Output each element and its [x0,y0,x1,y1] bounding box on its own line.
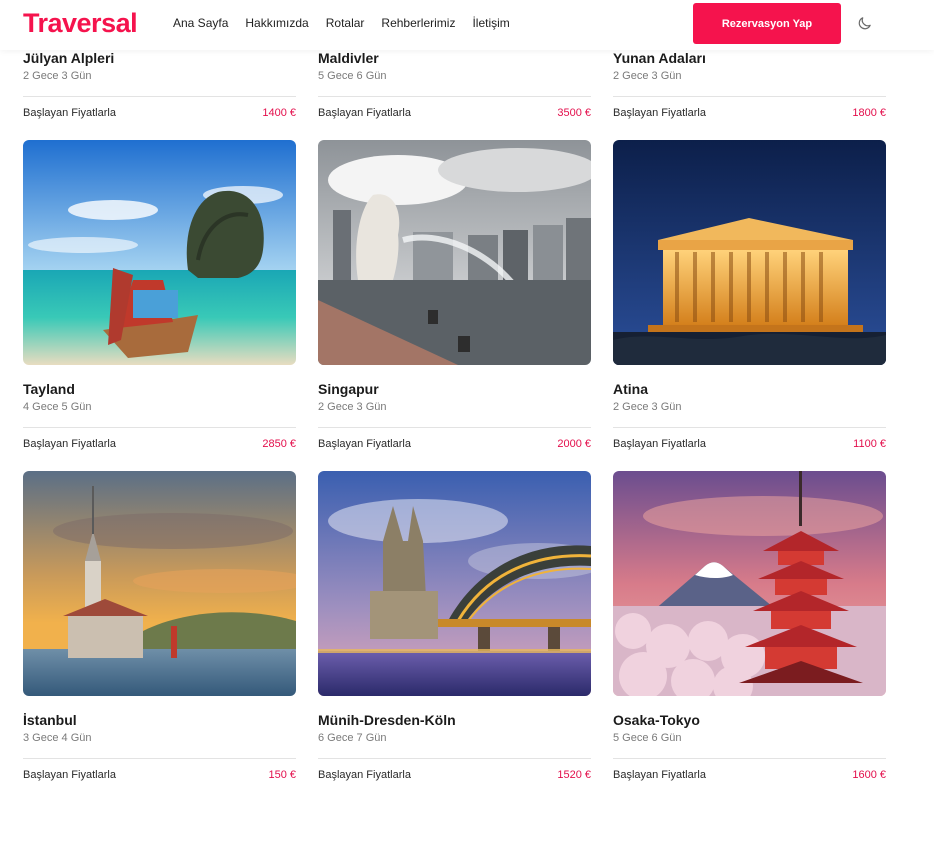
price-label: Başlayan Fiyatlarla [23,438,116,450]
tour-duration: 3 Gece 4 Gün [23,732,92,744]
card-divider [318,427,591,428]
tour-price: 150 € [268,769,296,781]
tour-title[interactable]: Singapur [318,381,591,398]
price-row: Başlayan Fiyatlarla 2000 € [318,438,591,451]
tour-price: 2000 € [557,438,591,450]
tour-duration: 2 Gece 3 Gün [318,401,387,413]
tour-duration: 2 Gece 3 Gün [613,70,682,82]
tour-card[interactable]: Tayland 4 Gece 5 Gün Başlayan Fiyatlarla… [23,140,296,451]
tour-duration: 5 Gece 6 Gün [613,732,682,744]
nav-home[interactable]: Ana Sayfa [173,16,228,30]
tour-card[interactable]: Osaka-Tokyo 5 Gece 6 Gün Başlayan Fiyatl… [613,471,886,782]
theme-toggle-button[interactable] [854,13,874,33]
nav-about[interactable]: Hakkımızda [245,16,308,30]
tour-price: 1100 € [853,438,886,450]
tour-card[interactable]: Jülyan Alpleri 2 Gece 3 Gün Başlayan Fiy… [23,50,296,120]
tour-card[interactable]: Münih-Dresden-Köln 6 Gece 7 Gün Başlayan… [318,471,591,782]
tour-image-singapore[interactable] [318,140,591,365]
tour-title[interactable]: Osaka-Tokyo [613,712,886,729]
price-row: Başlayan Fiyatlarla 1520 € [318,769,591,782]
tour-card[interactable]: Singapur 2 Gece 3 Gün Başlayan Fiyatlarl… [318,140,591,451]
card-divider [613,758,886,759]
tour-price: 3500 € [557,107,591,119]
nav-guides[interactable]: Rehberlerimiz [381,16,455,30]
tour-image-athens[interactable] [613,140,886,365]
tour-title[interactable]: Jülyan Alpleri [23,50,296,67]
tour-card[interactable]: Atina 2 Gece 3 Gün Başlayan Fiyatlarla 1… [613,140,886,451]
reservation-button[interactable]: Rezervasyon Yap [693,3,841,44]
price-row: Başlayan Fiyatlarla 1400 € [23,107,296,120]
tour-price: 2850 € [262,438,296,450]
card-divider [318,758,591,759]
tour-image-thailand[interactable] [23,140,296,365]
card-divider [613,96,886,97]
price-row: Başlayan Fiyatlarla 1800 € [613,107,886,120]
tour-price: 1520 € [557,769,591,781]
nav-contact[interactable]: İletişim [472,16,509,30]
tour-duration: 2 Gece 3 Gün [613,401,682,413]
tour-duration: 2 Gece 3 Gün [23,70,92,82]
tour-grid: Jülyan Alpleri 2 Gece 3 Gün Başlayan Fiy… [0,0,934,845]
tour-duration: 6 Gece 7 Gün [318,732,387,744]
tour-card[interactable]: İstanbul 3 Gece 4 Gün Başlayan Fiyatlarl… [23,471,296,782]
price-row: Başlayan Fiyatlarla 1600 € [613,769,886,782]
tour-title[interactable]: İstanbul [23,712,296,729]
tour-title[interactable]: Münih-Dresden-Köln [318,712,591,729]
tour-card[interactable]: Maldivler 5 Gece 6 Gün Başlayan Fiyatlar… [318,50,591,120]
price-label: Başlayan Fiyatlarla [23,769,116,781]
card-divider [23,427,296,428]
price-row: Başlayan Fiyatlarla 3500 € [318,107,591,120]
site-logo[interactable]: Traversal [23,8,138,39]
tour-price: 1800 € [852,107,886,119]
nav-routes[interactable]: Rotalar [326,16,365,30]
tour-title[interactable]: Yunan Adaları [613,50,886,67]
card-divider [613,427,886,428]
tour-title[interactable]: Maldivler [318,50,591,67]
tour-title[interactable]: Tayland [23,381,296,398]
price-row: Başlayan Fiyatlarla 2850 € [23,438,296,451]
price-label: Başlayan Fiyatlarla [318,107,411,119]
price-label: Başlayan Fiyatlarla [613,107,706,119]
card-divider [318,96,591,97]
tour-card[interactable]: Yunan Adaları 2 Gece 3 Gün Başlayan Fiya… [613,50,886,120]
price-label: Başlayan Fiyatlarla [318,769,411,781]
price-label: Başlayan Fiyatlarla [613,769,706,781]
price-label: Başlayan Fiyatlarla [23,107,116,119]
tour-duration: 5 Gece 6 Gün [318,70,387,82]
price-label: Başlayan Fiyatlarla [613,438,706,450]
tour-title[interactable]: Atina [613,381,886,398]
tour-duration: 4 Gece 5 Gün [23,401,92,413]
site-header: Traversal Ana Sayfa Hakkımızda Rotalar R… [0,0,934,50]
tour-price: 1400 € [262,107,296,119]
tour-image-germany[interactable] [318,471,591,696]
price-row: Başlayan Fiyatlarla 1100 € [613,438,886,451]
tour-price: 1600 € [852,769,886,781]
price-row: Başlayan Fiyatlarla 150 € [23,769,296,782]
card-divider [23,758,296,759]
card-divider [23,96,296,97]
moon-icon [858,16,871,29]
tour-image-istanbul[interactable] [23,471,296,696]
tour-image-japan[interactable] [613,471,886,696]
price-label: Başlayan Fiyatlarla [318,438,411,450]
main-nav: Ana Sayfa Hakkımızda Rotalar Rehberlerim… [173,16,527,30]
